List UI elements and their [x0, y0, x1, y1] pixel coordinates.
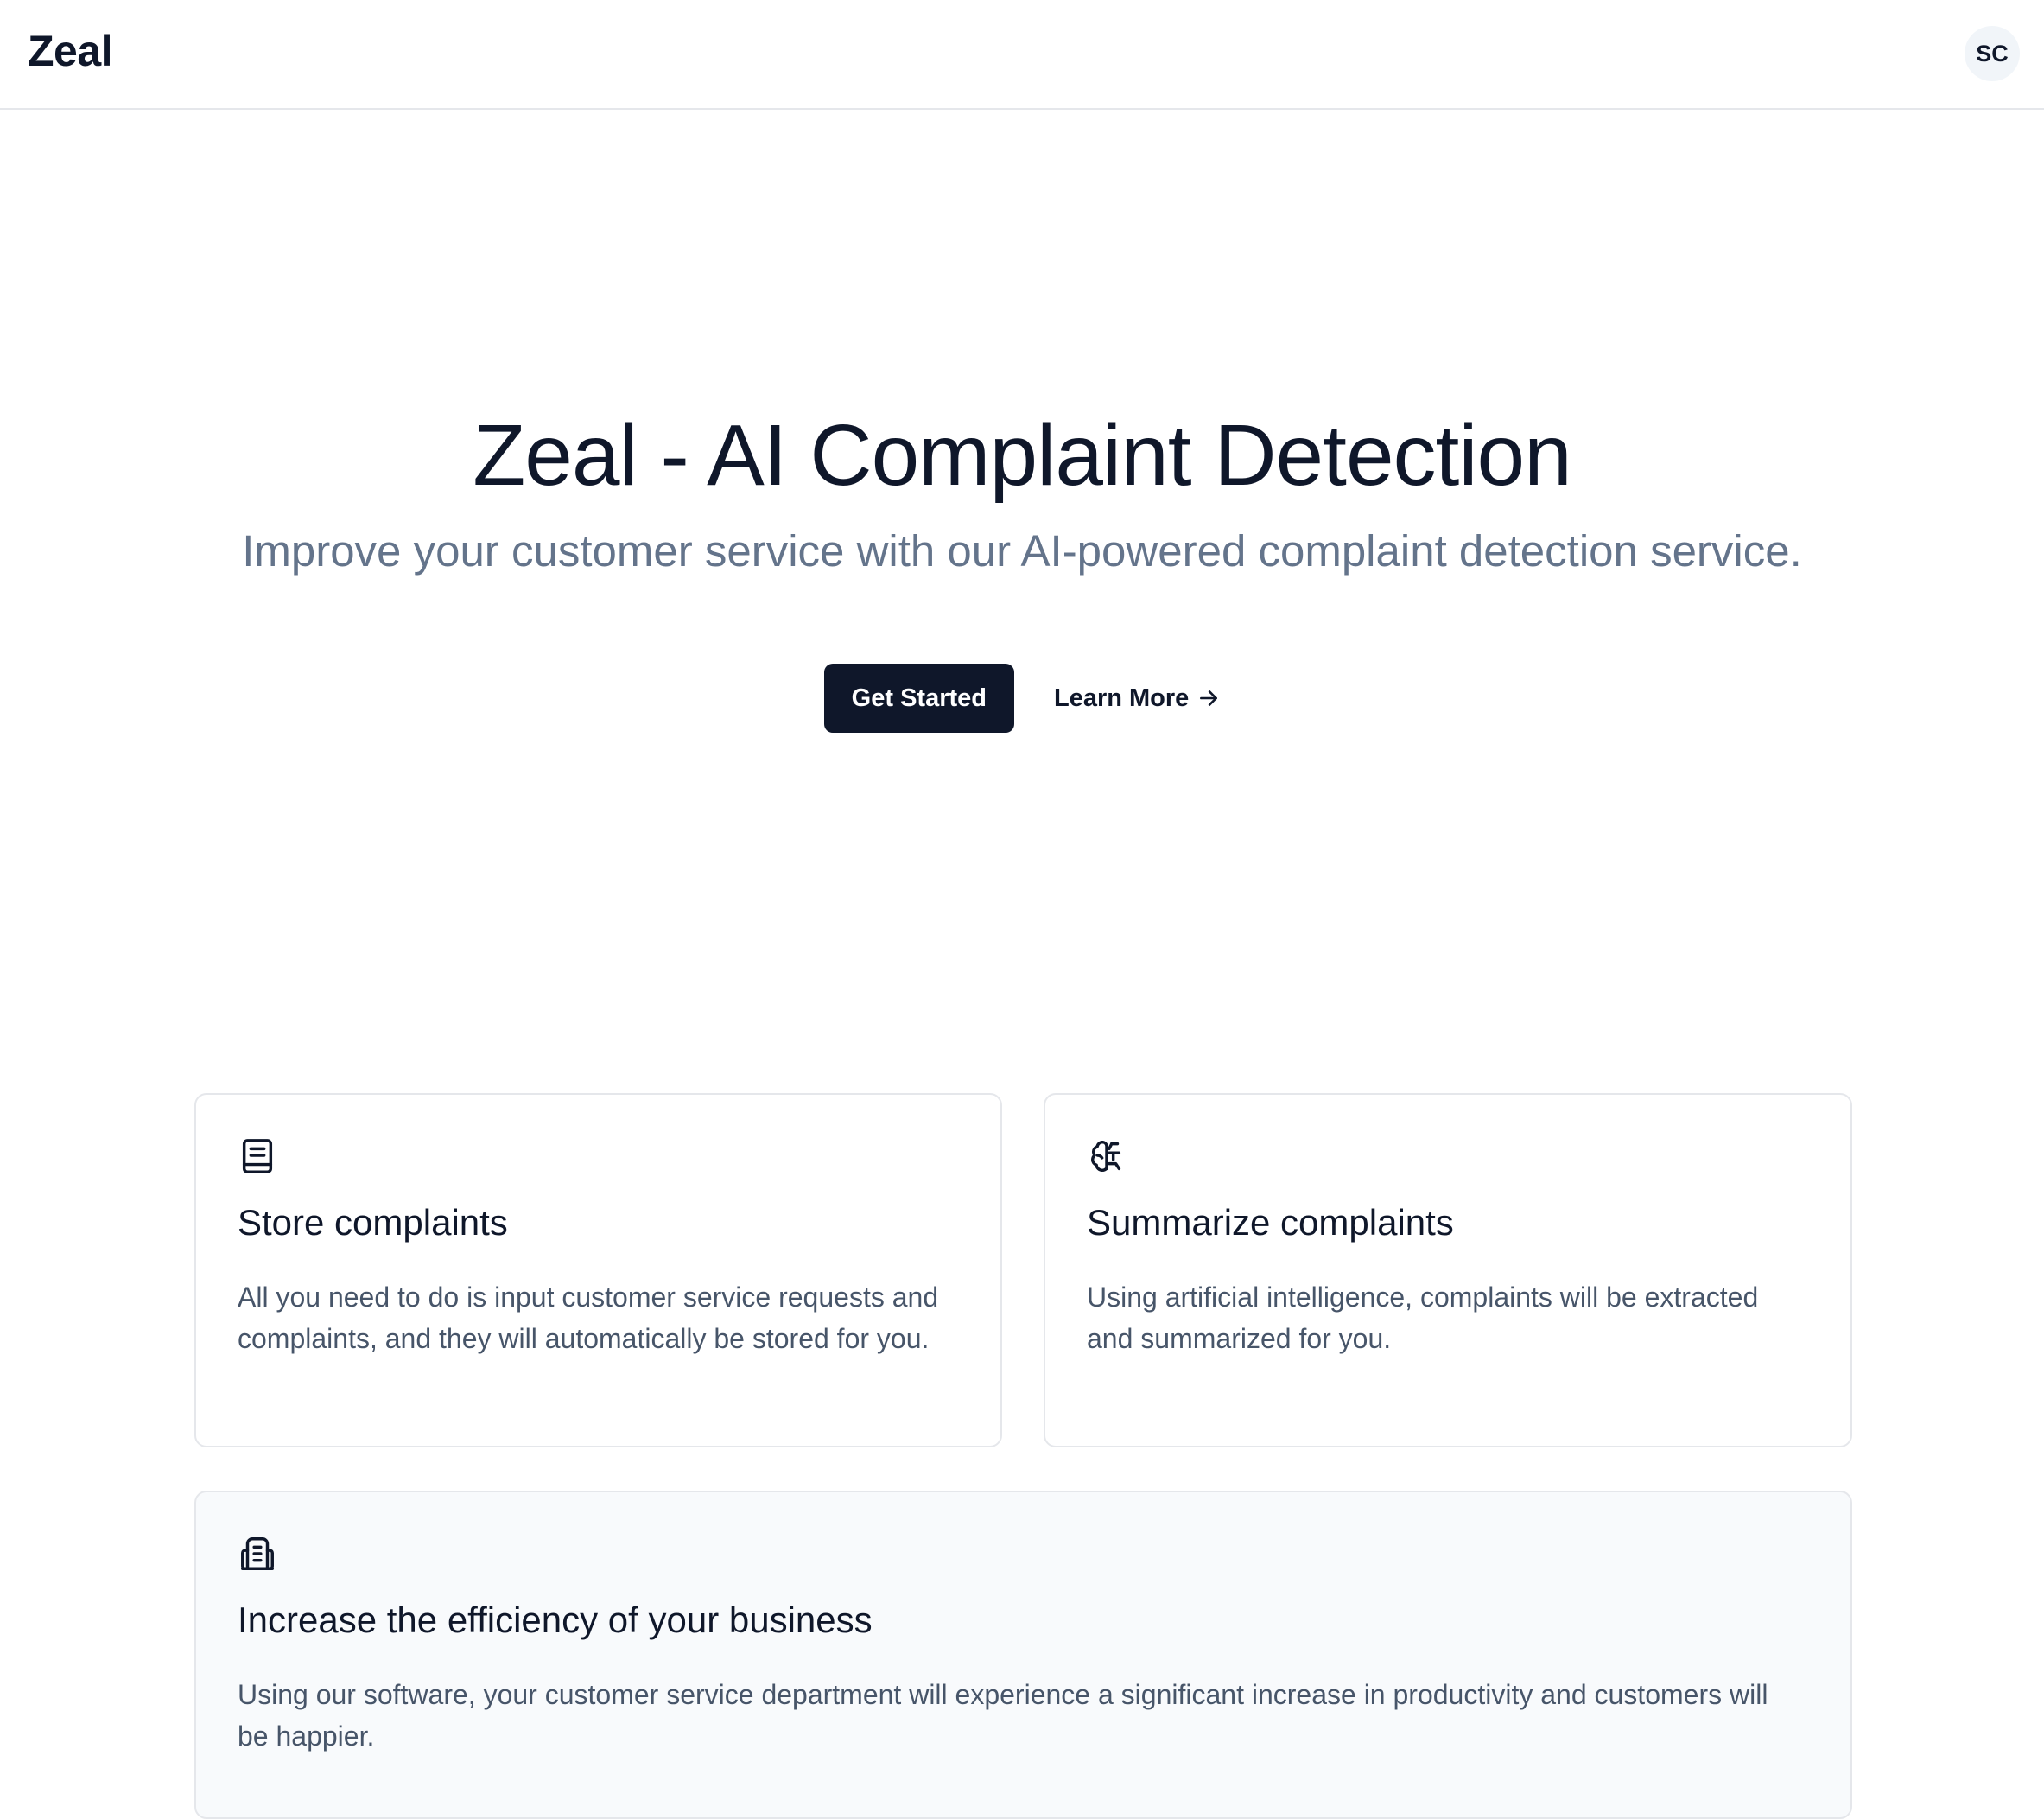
- building-icon: [241, 1537, 274, 1570]
- feature-card-store-complaints: Store complaints All you need to do is i…: [194, 1093, 1002, 1447]
- feature-title: Summarize complaints: [1087, 1202, 1454, 1243]
- get-started-label: Get Started: [851, 684, 987, 712]
- hero-title: Zeal - AI Complaint Detection: [473, 407, 1572, 504]
- feature-card-summarize-complaints: Summarize complaints Using artificial in…: [1044, 1093, 1852, 1447]
- feature-description: All you need to do is input customer ser…: [238, 1282, 939, 1354]
- top-navbar: Zeal SC: [0, 0, 2044, 110]
- feature-description: Using our software, your customer servic…: [238, 1679, 1768, 1752]
- brand-logo-text[interactable]: Zeal: [28, 26, 113, 76]
- arrow-right-icon: [1200, 690, 1218, 706]
- user-avatar[interactable]: SC: [1965, 26, 2020, 81]
- brain-icon: [1090, 1140, 1121, 1173]
- feature-description: Using artificial intelligence, complaint…: [1087, 1282, 1759, 1354]
- hero-cta-row: Get Started Learn More: [0, 664, 2044, 733]
- feature-card-efficiency: Increase the efficiency of your business…: [194, 1491, 1852, 1819]
- learn-more-label: Learn More: [1054, 684, 1190, 712]
- feature-title: Store complaints: [238, 1202, 508, 1243]
- feature-title: Increase the efficiency of your business: [238, 1600, 873, 1640]
- book-icon: [242, 1139, 273, 1173]
- get-started-button[interactable]: Get Started: [823, 664, 1014, 733]
- hero-subtitle: Improve your customer service with our A…: [242, 526, 1802, 576]
- learn-more-link[interactable]: Learn More: [1054, 684, 1220, 713]
